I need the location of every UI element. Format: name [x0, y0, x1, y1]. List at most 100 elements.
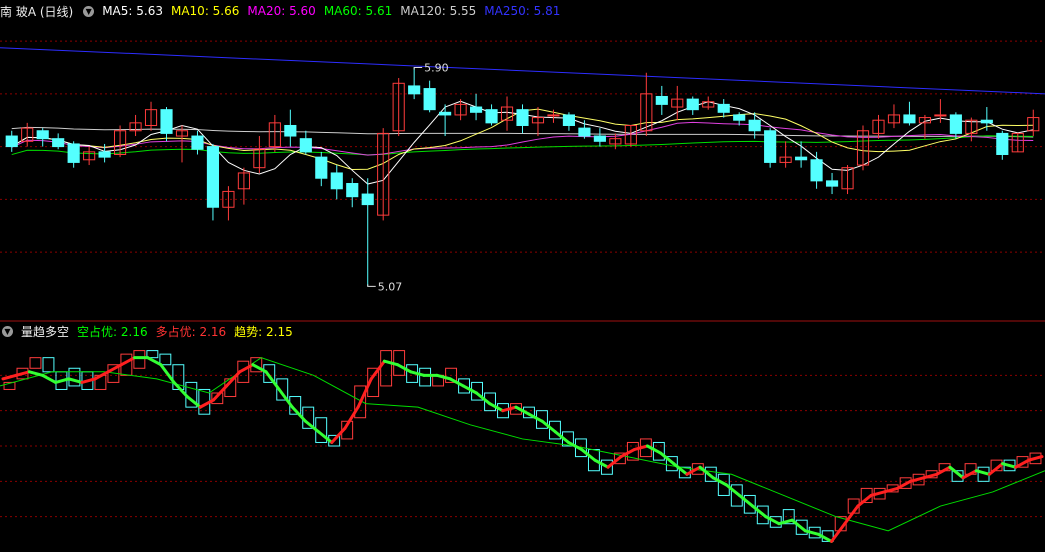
trend-segment [698, 465, 715, 480]
indicator-box [42, 357, 55, 373]
trend-segment [27, 370, 44, 377]
trend-segment [751, 504, 768, 519]
candle-body [315, 156, 328, 179]
trend-segment [908, 476, 926, 483]
indicator-legend-item-2: 趋势: 2.15 [234, 324, 293, 339]
trend-segment [317, 430, 334, 444]
candle-body [485, 109, 498, 124]
trend-segment [514, 405, 531, 416]
trend-segment [856, 493, 873, 508]
trend-segment [922, 472, 939, 480]
trend-segment [645, 444, 663, 455]
trend-segment [119, 356, 137, 367]
ma-legend-item-4: MA120: 5.55 [400, 4, 477, 18]
trend-segment [106, 363, 123, 374]
candles [5, 67, 1040, 287]
chart-canvas: 5.90 5.07 [0, 40, 1045, 543]
ma-legend-item-3: MA60: 5.61 [323, 4, 393, 18]
candle-body [810, 159, 823, 182]
trend-segment [501, 405, 518, 413]
indicator-legend-item-1: 多占优: 2.16 [155, 324, 227, 339]
candle-body [361, 193, 374, 206]
ma-legend: MA5: 5.63 MA10: 5.66 MA20: 5.60 MA60: 5.61 M… [102, 4, 568, 18]
candle-body [98, 151, 111, 158]
candle-body [655, 95, 668, 105]
candle-body [980, 119, 993, 124]
indicator-box [68, 367, 81, 387]
candle-body [825, 180, 839, 187]
candle-body [284, 124, 297, 137]
stock-title: 南 玻A (日线) [0, 4, 74, 19]
indicator-header: ▼ 量趋多空 空占优: 2.16 多占优: 2.16 趋势: 2.15 [0, 322, 301, 340]
candle-body [733, 114, 746, 121]
indicator-box [419, 367, 432, 387]
candle-body [299, 138, 312, 153]
indicator-box [133, 350, 146, 369]
candle-body [996, 132, 1009, 155]
candle-body [686, 98, 699, 111]
candle-body [593, 135, 606, 142]
candle-body [423, 88, 436, 111]
trend-segment [303, 419, 321, 434]
annotation-arrow [413, 66, 423, 70]
indicator-title: 量趋多空 [21, 324, 70, 339]
ma-legend-item-2: MA20: 5.60 [247, 4, 316, 18]
trend-segment [724, 483, 742, 497]
candle-body [36, 130, 49, 140]
trend-segment [369, 359, 386, 381]
indicator-box [380, 350, 393, 387]
trend-segment [1027, 455, 1044, 462]
price-annotations: 5.90 5.07 [367, 61, 449, 293]
trend-segment [540, 419, 557, 434]
indicator-box [29, 357, 42, 369]
annotation-arrow [367, 284, 376, 287]
candle-body [516, 109, 529, 126]
indicator-legend-item-0: 空占优: 2.16 [77, 324, 148, 339]
candle-body [547, 114, 560, 117]
candle-body [748, 119, 761, 132]
candle-body [562, 114, 576, 126]
candle-body [52, 138, 65, 148]
candle-body [934, 114, 947, 117]
candle-body [330, 172, 343, 190]
trend-segment [185, 395, 202, 409]
candle-body [949, 114, 962, 134]
indicator-legend: 空占优: 2.16 多占优: 2.16 趋势: 2.15 [77, 323, 301, 340]
trend-segment [895, 479, 912, 490]
candle-body [578, 127, 591, 137]
trend-segment [632, 444, 649, 452]
trend-segment [553, 430, 571, 444]
candle-body [717, 103, 730, 113]
main-header: 南 玻A (日线) ▼ MA5: 5.63 MA10: 5.66 MA20: 5.6… [0, 2, 568, 20]
ma-legend-item-1: MA10: 5.66 [170, 4, 240, 18]
trend-segment [14, 370, 31, 377]
trend-segment [435, 373, 452, 381]
trend-segment [40, 373, 58, 384]
annotation-label: 5.07 [378, 280, 403, 293]
trend-segment [474, 391, 492, 406]
trend-segment [659, 451, 676, 466]
trend-segment [159, 363, 176, 384]
trend-segment [382, 359, 400, 367]
slow-trend-line [0, 357, 1045, 532]
trend-segment [738, 493, 755, 508]
collapse-icon[interactable]: ▼ [83, 5, 95, 17]
candle-body [903, 114, 916, 124]
trend-segment [672, 462, 689, 476]
trend-segment [146, 356, 163, 367]
ma-legend-item-5: MA250: 5.81 [484, 4, 561, 18]
candle-body [469, 106, 483, 113]
trend-segment [869, 490, 886, 497]
candle-body [206, 146, 220, 208]
candle-body [439, 111, 452, 116]
trend-segment [790, 518, 807, 533]
candle-body [795, 156, 808, 161]
candle-body [5, 135, 18, 148]
trend-segment [409, 370, 426, 377]
annotation-label: 5.90 [424, 61, 449, 74]
candle-body [191, 135, 204, 150]
trend-segment [882, 486, 899, 494]
indicator-box [159, 353, 172, 366]
collapse-icon[interactable]: ▼ [2, 325, 13, 337]
candle-body [408, 85, 421, 95]
